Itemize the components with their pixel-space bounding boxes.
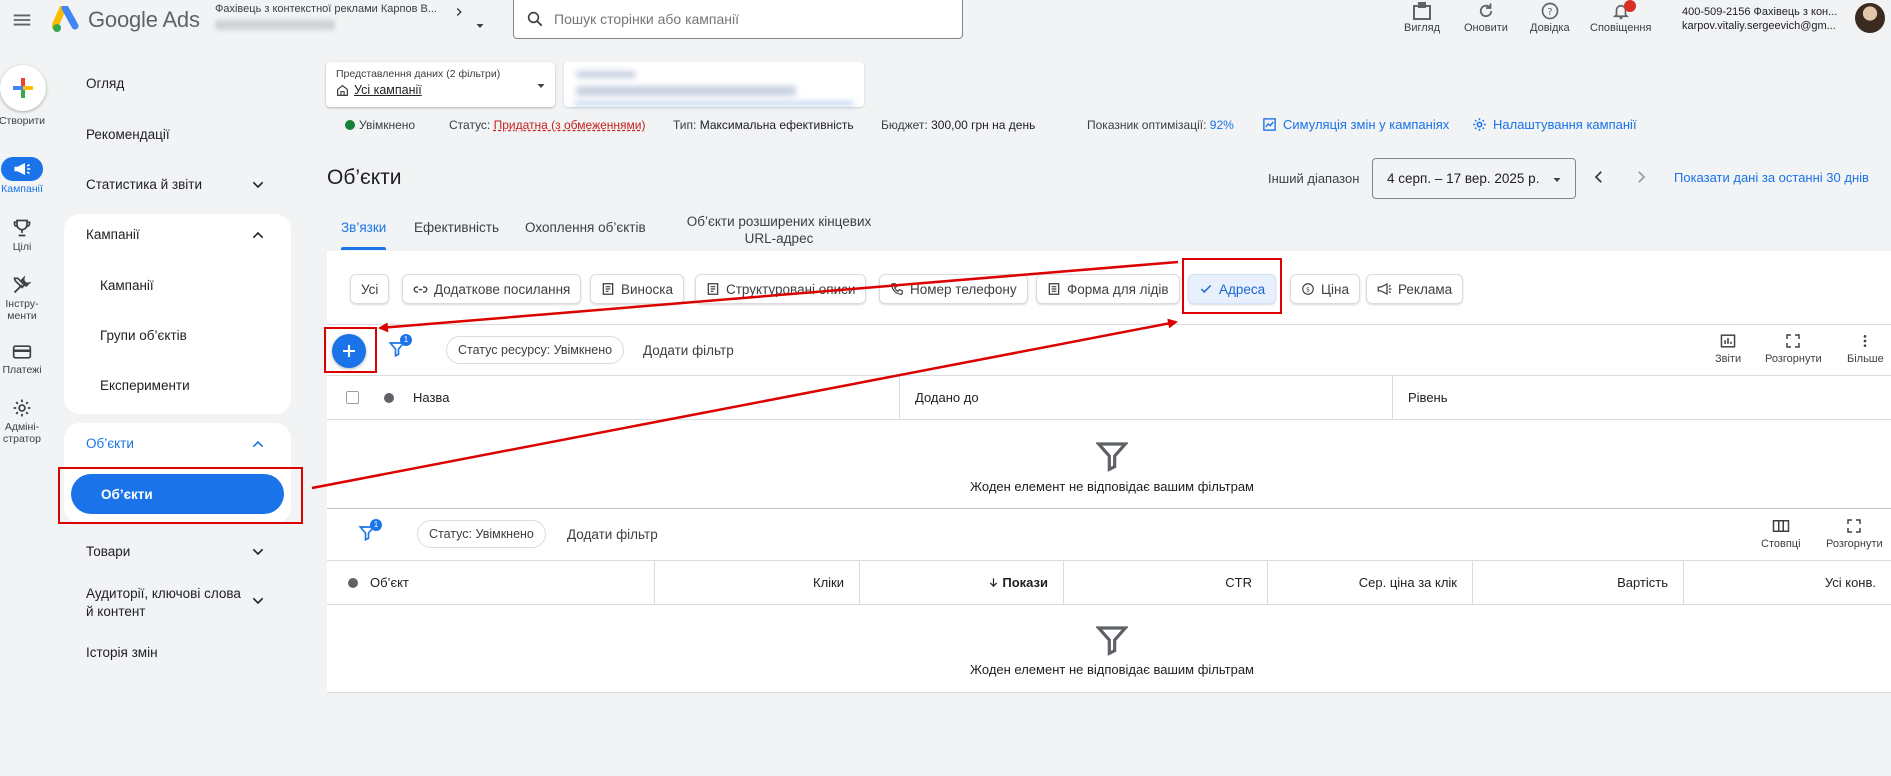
annotation-arrow-to-add-button [378, 260, 1179, 333]
annotation-arrows [311, 260, 1179, 490]
annotation-arrow-to-location-chip [311, 318, 1178, 490]
